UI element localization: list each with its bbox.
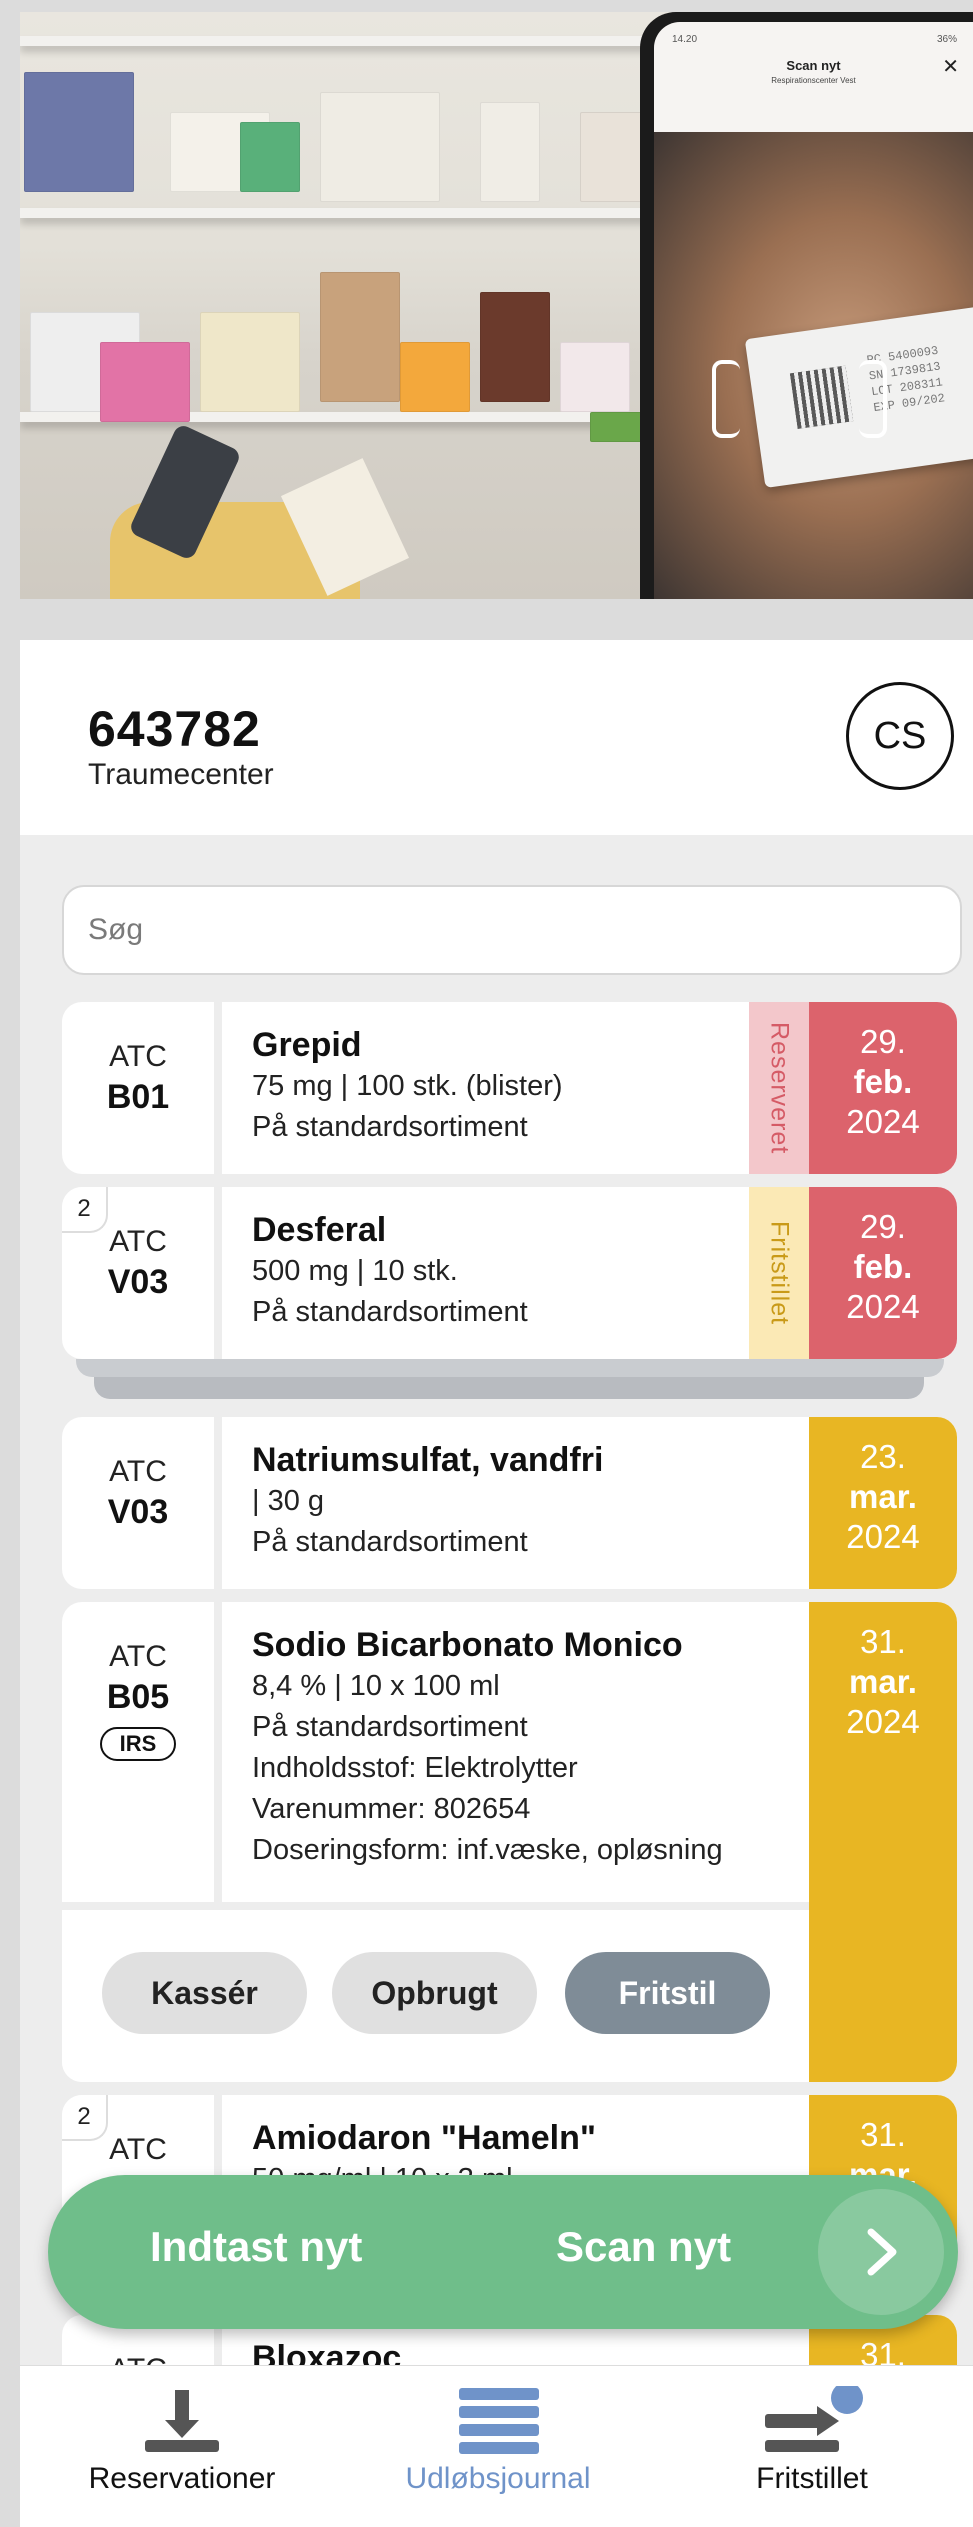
phone-screen: 14.20 36% Scan nyt Respirationscenter Ve… xyxy=(654,22,973,599)
count-badge: 2 xyxy=(62,1187,108,1233)
stack-shadow xyxy=(94,1377,924,1399)
chevron-right-icon[interactable] xyxy=(818,2189,944,2315)
atc-label: ATC xyxy=(109,1455,167,1488)
atc-label: ATC xyxy=(109,1640,167,1673)
atc-label: ATC xyxy=(109,1040,167,1073)
date-month: feb. xyxy=(853,1248,913,1285)
camera-viewfinder: PC 5400093 SN 1739813 LOT 208311 EXP 09/… xyxy=(654,132,973,599)
drug-name: Grepid xyxy=(252,1026,362,1064)
date-month: mar. xyxy=(849,1663,917,1700)
expiry-date: 23. mar. 2024 xyxy=(809,1417,957,1589)
date-day: 31. xyxy=(860,2336,906,2365)
scan-bracket-left xyxy=(712,360,740,438)
drug-name: Amiodaron "Hameln" xyxy=(252,2119,596,2157)
phone-status-battery: 36% xyxy=(936,34,957,45)
list-icon xyxy=(338,2366,658,2454)
date-year: 2024 xyxy=(846,1518,920,1555)
atc-column: ATC V03 xyxy=(62,1417,222,1589)
irs-badge: IRS xyxy=(99,1727,177,1761)
phone-status-time: 14.20 xyxy=(672,34,698,45)
date-year: 2024 xyxy=(846,1103,920,1140)
date-day: 23. xyxy=(860,1438,906,1475)
drug-name: Sodio Bicarbonato Monico xyxy=(252,1626,683,1664)
drug-detail: På standardsortiment xyxy=(252,1296,528,1328)
discard-button[interactable]: Kassér xyxy=(102,1952,307,2034)
drug-detail: Doseringsform: inf.væske, opløsning xyxy=(252,1834,723,1866)
expiry-list: Søg ATC B01 Grepid 75 mg | 100 stk. (bli… xyxy=(20,835,973,2365)
close-icon: ✕ xyxy=(942,56,959,78)
date-month: feb. xyxy=(853,1063,913,1100)
drug-detail: På standardsortiment xyxy=(252,1111,528,1143)
drug-name: Bloxazoc xyxy=(252,2339,402,2365)
drug-detail: På standardsortiment xyxy=(252,1526,528,1558)
manual-entry-button[interactable]: Indtast nyt xyxy=(150,2223,362,2271)
qr-code-icon xyxy=(789,365,854,429)
atc-code: B01 xyxy=(106,1078,170,1116)
item-actions: Kassér Opbrugt Fritstil xyxy=(62,1902,815,2082)
download-tray-icon xyxy=(22,2366,342,2452)
date-month: mar. xyxy=(849,1478,917,1515)
date-day: 29. xyxy=(860,1208,906,1245)
atc-code: V03 xyxy=(107,1493,169,1531)
drug-detail: 8,4 % | 10 x 100 ml xyxy=(252,1670,500,1702)
drug-detail: 500 mg | 10 stk. xyxy=(252,1255,458,1287)
atc-column: ATC B05 IRS xyxy=(62,1602,222,1902)
expiry-date: 31.mar.2024 xyxy=(809,1602,957,2082)
list-item[interactable]: ATC B01 Grepid 75 mg | 100 stk. (blister… xyxy=(62,1002,957,1174)
drug-detail: | 30 g xyxy=(252,1485,325,1517)
atc-label: ATC xyxy=(62,2353,214,2365)
nav-item-reservations[interactable]: Reservationer xyxy=(22,2366,342,2527)
release-button[interactable]: Fritstil xyxy=(565,1952,770,2034)
date-day: 29. xyxy=(860,1023,906,1060)
expiry-date: 29. feb. 2024 xyxy=(809,1187,957,1359)
phone-scan-subtitle: Respirationscenter Vest xyxy=(771,76,856,85)
bottom-nav: Reservationer Udløbsjournal Fritstillet xyxy=(20,2365,973,2527)
used-up-button[interactable]: Opbrugt xyxy=(332,1952,537,2034)
scan-bracket-right xyxy=(859,360,887,438)
phone-device: 14.20 36% Scan nyt Respirationscenter Ve… xyxy=(640,12,973,599)
list-item[interactable]: ATC V03 Natriumsulfat, vandfri | 30 g På… xyxy=(62,1417,957,1589)
date-day: 31. xyxy=(860,1623,906,1660)
date-year: 2024 xyxy=(846,1288,920,1325)
user-avatar[interactable]: CS xyxy=(846,682,954,790)
location-code: 643782 xyxy=(88,701,261,757)
list-item[interactable]: ATC V03 2 Desferal 500 mg | 10 stk. På s… xyxy=(62,1187,957,1359)
stack-shadow xyxy=(76,1359,944,1377)
scan-new-button[interactable]: Scan nyt xyxy=(556,2223,731,2271)
atc-column: ATC B01 xyxy=(62,1002,222,1174)
drug-detail: 75 mg | 100 stk. (blister) xyxy=(252,1070,563,1102)
nav-item-released[interactable]: Fritstillet xyxy=(652,2366,972,2527)
search-input[interactable]: Søg xyxy=(62,885,962,975)
status-tag-reserved: Reserveret xyxy=(749,1002,809,1174)
release-arrow-icon xyxy=(652,2366,972,2452)
date-day: 31. xyxy=(860,2116,906,2153)
date-year: 2024 xyxy=(846,1703,920,1740)
phone-scan-title: Scan nyt xyxy=(786,58,841,73)
list-item-expanded[interactable]: ATC B05 IRS Sodio Bicarbonato Monico 8,4… xyxy=(62,1602,957,2082)
drug-name: Desferal xyxy=(252,1211,387,1249)
nav-item-expiry-journal[interactable]: Udløbsjournal xyxy=(338,2366,658,2527)
status-tag-released: Fritstillet xyxy=(749,1187,809,1359)
expiry-date: 29. feb. 2024 xyxy=(809,1002,957,1174)
atc-code: B05 xyxy=(106,1678,170,1716)
atc-code: V03 xyxy=(107,1263,169,1301)
drug-name: Natriumsulfat, vandfri xyxy=(252,1441,604,1479)
add-entry-bar: Indtast nyt Scan nyt xyxy=(48,2175,958,2329)
drug-detail: Indholdsstof: Elektrolytter xyxy=(252,1752,578,1784)
drug-detail: Varenummer: 802654 xyxy=(252,1793,531,1825)
department-name: Traumecenter xyxy=(88,758,274,791)
app-header: 643782 Traumecenter CS xyxy=(20,640,973,835)
drug-detail: På standardsortiment xyxy=(252,1711,528,1743)
count-badge: 2 xyxy=(62,2095,108,2141)
